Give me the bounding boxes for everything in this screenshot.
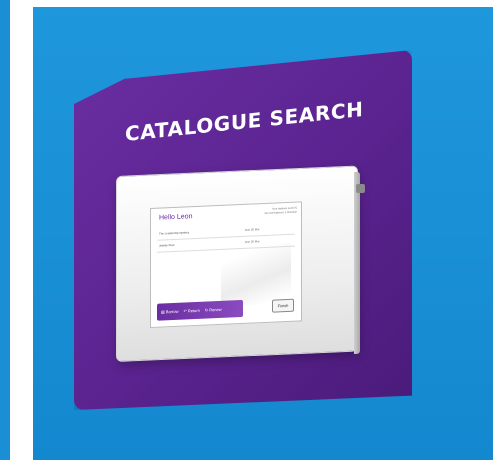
greeting-text: Hello Leon [159,213,193,222]
screen-reflection [221,242,291,306]
book-icon: ▤ [161,309,165,315]
reservations-text: No reservations | 1 Overdue [264,210,297,215]
borrow-button[interactable]: ▤ Borrow [161,309,178,315]
kiosk-side-edge [354,171,360,354]
renew-button[interactable]: ↻ Renew [205,307,222,313]
borrow-label: Borrow [165,308,179,315]
photo-frame: CATALOGUE SEARCH Hello Leon Your balance… [0,0,493,460]
kiosk-screen: Hello Leon Your balance is £0.75 No rese… [150,201,302,328]
return-label: Return [187,307,200,314]
renew-icon: ↻ [204,307,209,313]
return-icon: ↶ [183,308,187,314]
loan-due-date: Due 20 Mar [245,239,260,244]
kiosk-lock-knob [356,184,365,193]
loan-title: Jimmie Pear [159,242,175,248]
left-blue-strip [0,0,10,460]
finish-button[interactable]: Finish [272,298,294,313]
return-button[interactable]: ↶ Return [183,308,199,314]
action-bar: ▤ Borrow ↶ Return ↻ Renew [157,299,243,321]
account-status: Your balance is £0.75 No reservations | … [265,207,297,216]
loan-title: The Leadership mystery [159,230,190,236]
loan-due-date: Due 20 Mar [245,227,260,232]
renew-label: Renew [209,306,222,313]
